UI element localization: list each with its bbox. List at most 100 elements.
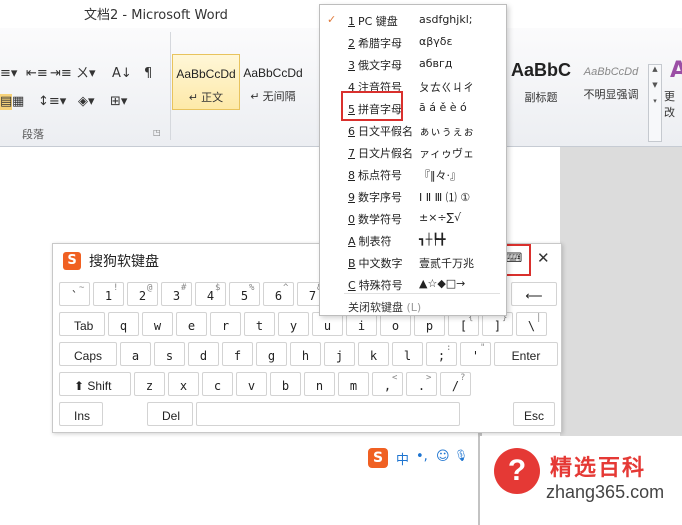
- key-char[interactable]: , <: [372, 372, 403, 396]
- key-char[interactable]: b: [270, 372, 301, 396]
- key-char[interactable]: q: [108, 312, 139, 336]
- justify-icon[interactable]: ▦: [12, 94, 24, 110]
- key-char[interactable]: n: [304, 372, 335, 396]
- key-char[interactable]: /?: [440, 372, 471, 396]
- key-tab[interactable]: Tab: [59, 312, 105, 336]
- increase-indent-icon[interactable]: ⇥≡: [50, 66, 72, 82]
- key-shift[interactable]: ⬆ Shift: [59, 372, 131, 396]
- style-no-spacing[interactable]: AaBbCcDd ↵ 无间隔: [240, 54, 306, 108]
- line-spacing-icon[interactable]: ↕≡▾: [38, 94, 66, 110]
- key-char[interactable]: m: [338, 372, 369, 396]
- key-label: j: [335, 349, 344, 363]
- key-char[interactable]: 1!: [93, 282, 124, 306]
- key-char[interactable]: l: [392, 342, 423, 366]
- menu-item-3[interactable]: 3 俄文字母 абвгд: [320, 53, 506, 75]
- menu-item-b[interactable]: B 中文数字 壹贰千万兆: [320, 251, 506, 273]
- list-icon[interactable]: ≡▾: [0, 66, 17, 82]
- microphone-icon[interactable]: 🎙: [454, 449, 468, 462]
- key-char[interactable]: j: [324, 342, 355, 366]
- key-char[interactable]: z: [134, 372, 165, 396]
- watermark-url: zhang365.com: [546, 482, 665, 502]
- menu-item-label: 关闭软键盘 (L): [348, 299, 421, 315]
- chinese-layout-icon[interactable]: ㄨ▾: [76, 66, 96, 82]
- menu-item-accelerator: A: [348, 235, 356, 248]
- ime-status-bar[interactable]: S 中 •, ☺ 🎙: [368, 447, 472, 469]
- key-char[interactable]: ' ": [460, 342, 491, 366]
- key-char[interactable]: \ |: [516, 312, 547, 336]
- change-styles-button[interactable]: A 更改: [664, 58, 682, 120]
- decrease-indent-icon[interactable]: ⇤≡: [26, 66, 48, 82]
- key-char[interactable]: c: [202, 372, 233, 396]
- menu-item-text: 特殊符号: [358, 279, 403, 292]
- key-char[interactable]: w: [142, 312, 173, 336]
- shading-icon[interactable]: ◈▾: [78, 94, 95, 110]
- key-char[interactable]: g: [256, 342, 287, 366]
- menu-item-sample: ┓┼┡╋: [419, 233, 446, 246]
- menu-item-1[interactable]: ✓ 1 PC 键盘 asdfghjkl;: [320, 9, 506, 31]
- border-icon[interactable]: ⊞▾: [110, 94, 127, 110]
- style-name: 副标题: [524, 92, 558, 104]
- menu-item-a[interactable]: A 制表符 ┓┼┡╋: [320, 229, 506, 251]
- ime-punctuation[interactable]: •,: [416, 449, 428, 464]
- ime-language[interactable]: 中: [396, 449, 409, 468]
- key-char[interactable]: k: [358, 342, 389, 366]
- key-char[interactable]: r: [210, 312, 241, 336]
- show-marks-icon[interactable]: ¶: [144, 66, 152, 82]
- key-char[interactable]: ` ~: [59, 282, 90, 306]
- menu-item-sample: ±×÷∑√: [419, 211, 462, 224]
- emoji-icon[interactable]: ☺: [436, 449, 450, 464]
- key-char[interactable]: y: [278, 312, 309, 336]
- key-char[interactable]: 5%: [229, 282, 260, 306]
- menu-item-text: 日文平假名: [358, 125, 413, 138]
- key-char[interactable]: x: [168, 372, 199, 396]
- key-caps[interactable]: Caps: [59, 342, 117, 366]
- menu-item-0[interactable]: 0 数学符号 ±×÷∑√: [320, 207, 506, 229]
- close-icon[interactable]: ✕: [537, 249, 550, 267]
- style-sample: AaBbC: [510, 60, 571, 80]
- dialog-launcher-icon[interactable]: ◳: [153, 128, 161, 137]
- key-char[interactable]: f: [222, 342, 253, 366]
- key-shift-label: @: [147, 283, 153, 293]
- menu-item-text: 数学符号: [358, 213, 402, 226]
- key-char[interactable]: s: [154, 342, 185, 366]
- menu-item-6[interactable]: 6 日文平假名 ぁぃぅぇぉ: [320, 119, 506, 141]
- menu-item-2[interactable]: 2 希腊字母 αβγδε: [320, 31, 506, 53]
- key-char[interactable]: h: [290, 342, 321, 366]
- key-char[interactable]: e: [176, 312, 207, 336]
- menu-item-close-keyboard[interactable]: 关闭软键盘 (L): [320, 295, 506, 317]
- key-enter[interactable]: Enter: [494, 342, 558, 366]
- key-char[interactable]: d: [188, 342, 219, 366]
- styles-scroller[interactable]: ▲ ▼ ▾: [648, 64, 662, 142]
- sogou-logo-icon[interactable]: S: [368, 448, 388, 468]
- key-char[interactable]: 2 @: [127, 282, 158, 306]
- style-normal[interactable]: AaBbCcDd ↵ 正文: [172, 54, 240, 110]
- check-icon: ✓: [327, 13, 337, 26]
- menu-item-c[interactable]: C 特殊符号 ▲☆◆□→: [320, 273, 506, 295]
- menu-item-9[interactable]: 9 数字序号 Ⅰ Ⅱ Ⅲ ⑴ ①: [320, 185, 506, 207]
- key-ins[interactable]: Ins: [59, 402, 103, 426]
- sort-icon[interactable]: A↓: [112, 66, 132, 82]
- key-del[interactable]: Del: [147, 402, 193, 426]
- key-char[interactable]: t: [244, 312, 275, 336]
- style-subtitle[interactable]: AaBbC 副标题: [508, 54, 574, 108]
- key-char[interactable]: v: [236, 372, 267, 396]
- menu-item-label: 9 数字序号: [348, 189, 402, 205]
- menu-item-8[interactable]: 8 标点符号 『‖々·』: [320, 163, 506, 185]
- key-char[interactable]: 3 #: [161, 282, 192, 306]
- key-char[interactable]: ;:: [426, 342, 457, 366]
- distribute-icon[interactable]: ▤: [0, 94, 13, 110]
- watermark: ? 精选百科 zhang365.com: [480, 436, 682, 525]
- key-char[interactable]: 4 $: [195, 282, 226, 306]
- key-label: p: [425, 319, 434, 333]
- menu-item-accelerator: 8: [348, 169, 355, 182]
- key-char[interactable]: 6 ^: [263, 282, 294, 306]
- key-space[interactable]: [196, 402, 460, 426]
- backspace-key[interactable]: ⟵: [511, 282, 557, 306]
- key-label: d: [199, 349, 208, 363]
- key-char[interactable]: a: [120, 342, 151, 366]
- key-char[interactable]: . >: [406, 372, 437, 396]
- key-label: ,: [383, 379, 392, 393]
- key-esc[interactable]: Esc: [513, 402, 555, 426]
- style-subtle-emphasis[interactable]: AaBbCcDd 不明显强调: [578, 54, 644, 108]
- menu-item-7[interactable]: 7 日文片假名 ァィゥヴェ: [320, 141, 506, 163]
